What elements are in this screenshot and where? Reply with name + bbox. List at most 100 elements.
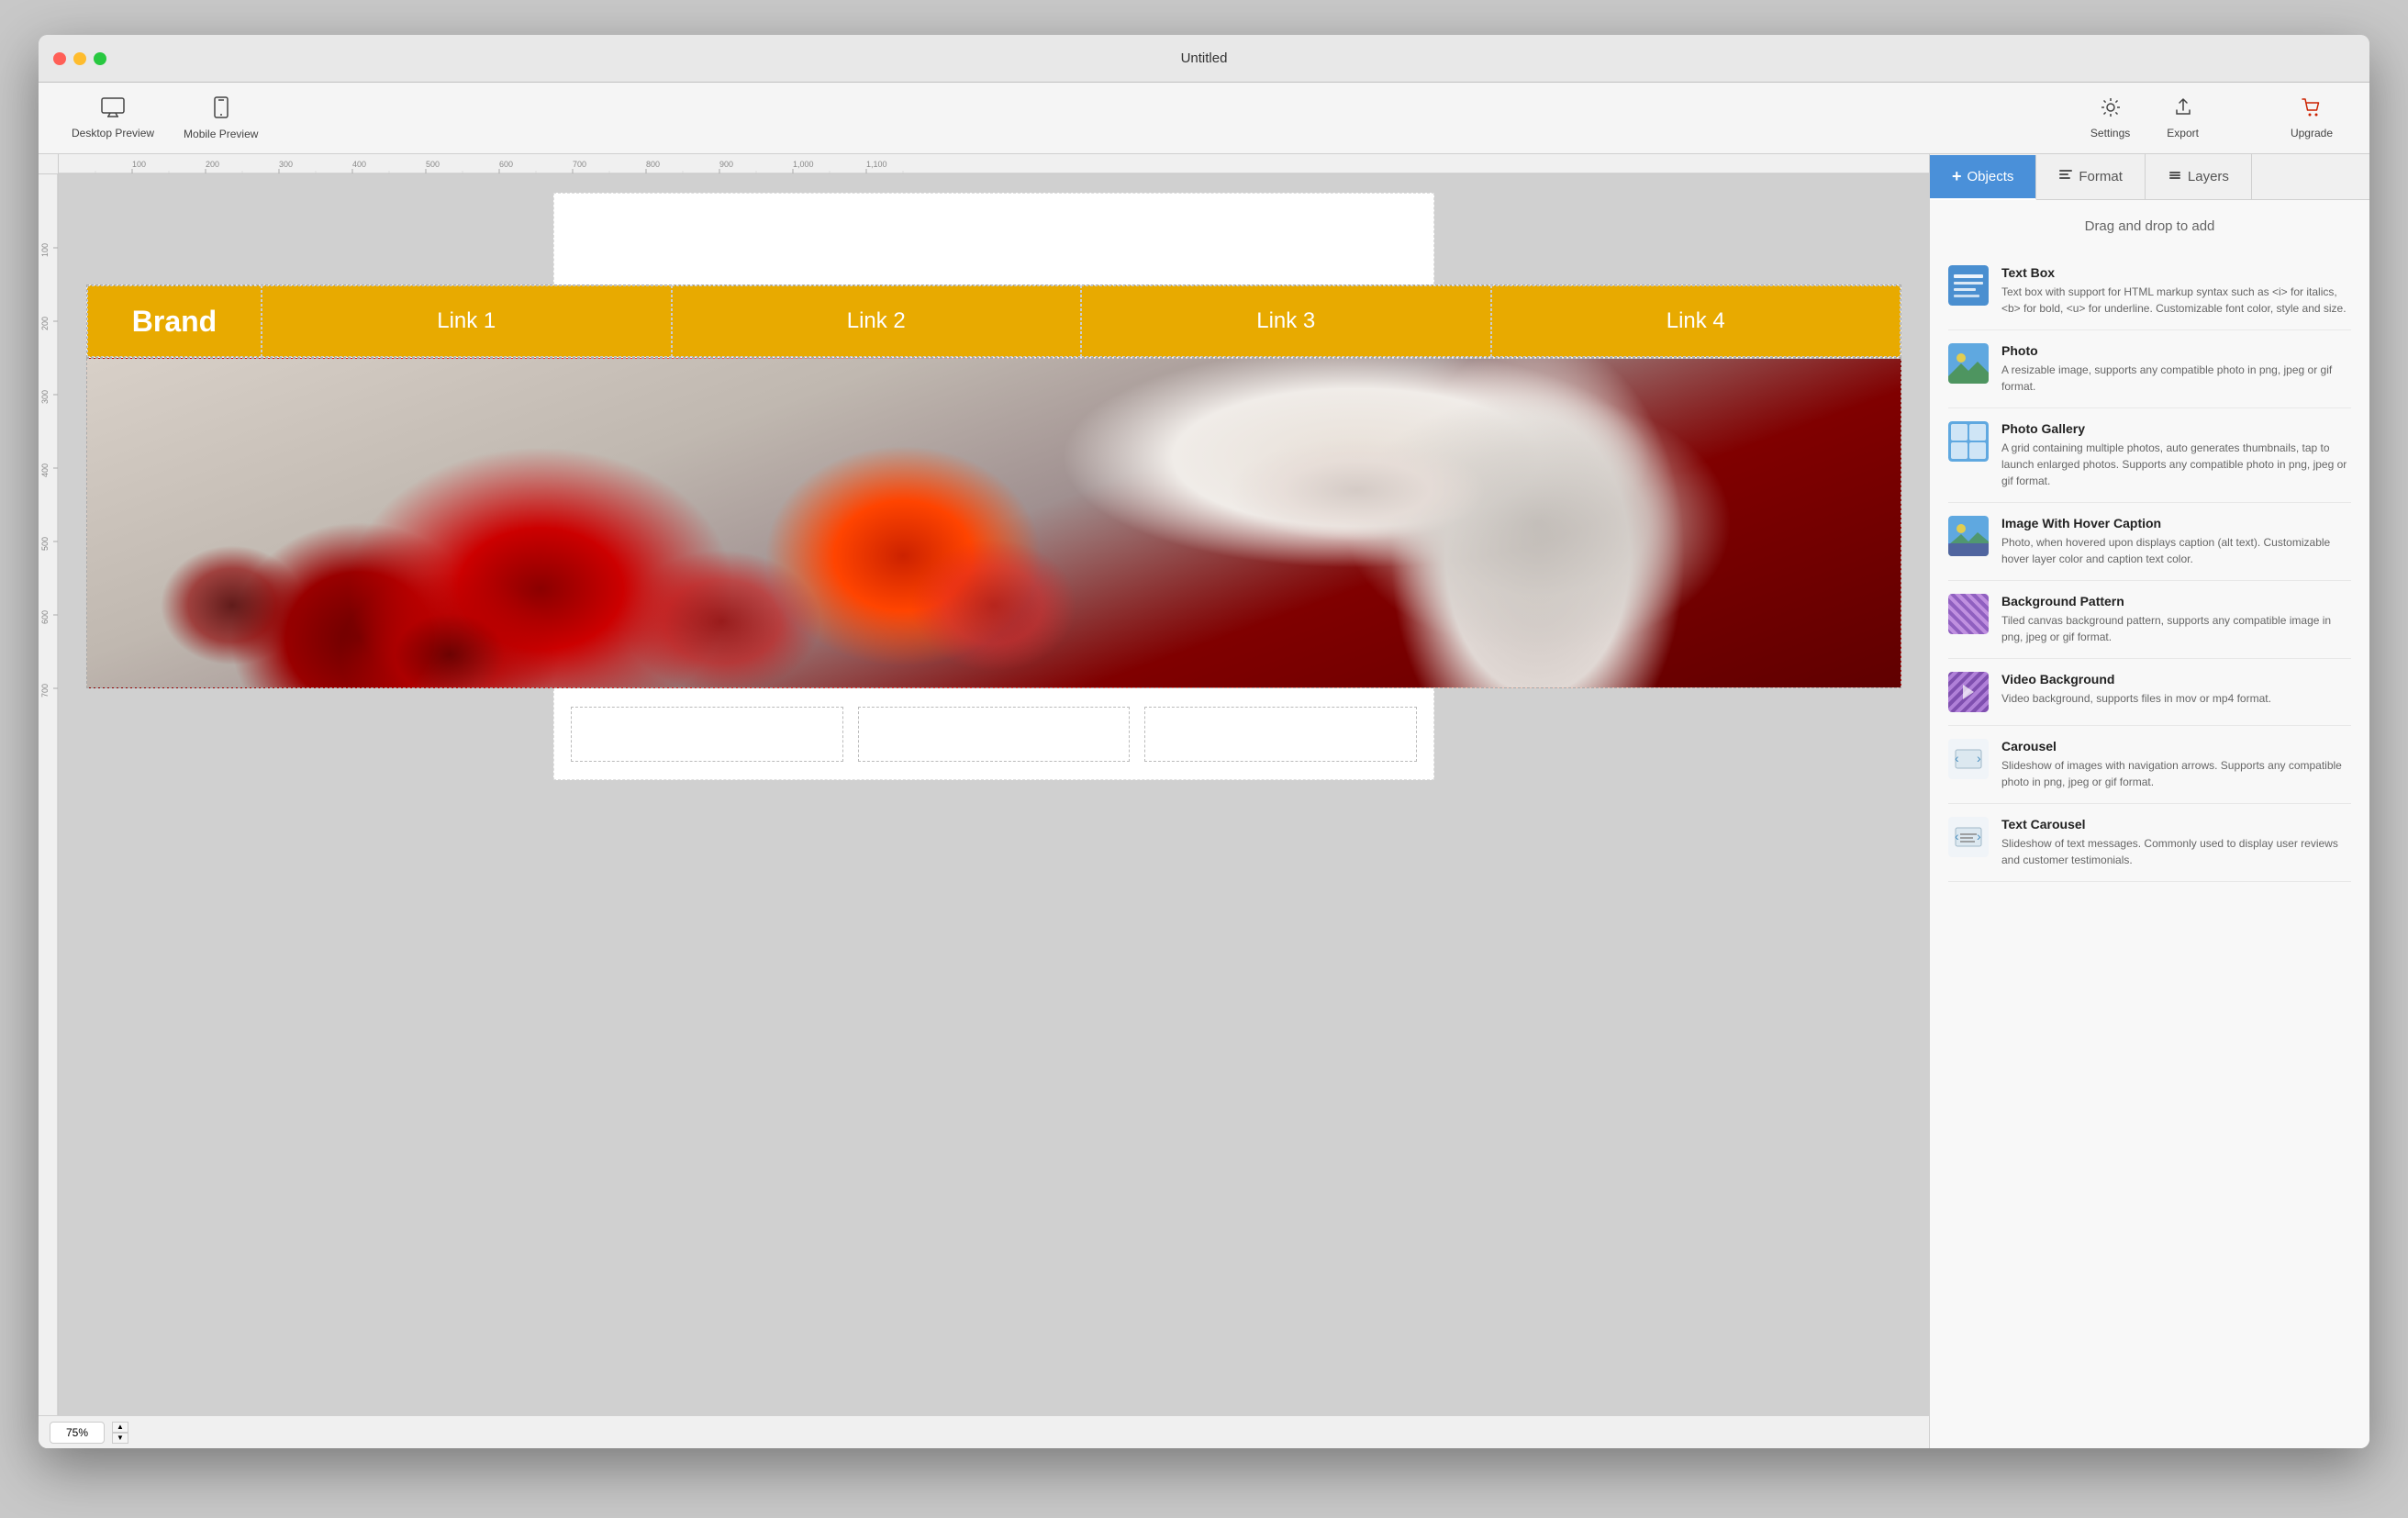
object-item-carousel[interactable]: ‹ › Carousel Slideshow of images with na… [1948, 726, 2351, 804]
carousel-title: Carousel [2001, 739, 2351, 753]
video-bg-icon [1948, 672, 1989, 712]
mobile-preview-button[interactable]: Mobile Preview [169, 89, 273, 148]
upgrade-button[interactable]: Upgrade [2272, 90, 2351, 147]
canvas-scroll[interactable]: Brand Link 1 Link 2 Link 3 Link 4 [59, 174, 1929, 1415]
gallery-desc: A grid containing multiple photos, auto … [2001, 440, 2351, 489]
tab-format[interactable]: Format [2036, 154, 2146, 199]
svg-text:900: 900 [719, 160, 733, 169]
textbox-title: Text Box [2001, 265, 2351, 280]
ruler-vertical: 100 200 300 400 500 600 700 [39, 174, 59, 1415]
svg-text:‹: ‹ [1955, 829, 1959, 843]
nav-link-1[interactable]: Link 1 [262, 285, 672, 357]
svg-text:300: 300 [279, 160, 293, 169]
gallery-icon [1948, 421, 1989, 462]
settings-label: Settings [2090, 127, 2130, 140]
svg-text:1,000: 1,000 [793, 160, 814, 169]
svg-text:500: 500 [426, 160, 440, 169]
close-button[interactable] [53, 52, 66, 65]
svg-text:300: 300 [40, 390, 50, 404]
svg-text:100: 100 [40, 243, 50, 257]
bottom-col-2 [858, 707, 1131, 762]
textbox-desc: Text box with support for HTML markup sy… [2001, 284, 2351, 317]
zoom-up[interactable]: ▲ [112, 1422, 128, 1433]
photo-title: Photo [2001, 343, 2351, 358]
mobile-preview-label: Mobile Preview [184, 128, 258, 140]
desktop-preview-button[interactable]: Desktop Preview [57, 90, 169, 147]
window-controls [39, 52, 106, 65]
tab-format-label: Format [2079, 169, 2123, 184]
hero-image[interactable] [86, 358, 1901, 688]
zoom-input[interactable] [50, 1422, 105, 1444]
maximize-button[interactable] [94, 52, 106, 65]
carousel-info: Carousel Slideshow of images with naviga… [2001, 739, 2351, 790]
svg-text:500: 500 [40, 537, 50, 551]
svg-text:›: › [1977, 829, 1981, 843]
nav-link-3[interactable]: Link 3 [1081, 285, 1491, 357]
svg-text:›: › [1977, 751, 1981, 765]
tab-objects-label: Objects [1968, 169, 2014, 184]
object-item-text-carousel[interactable]: ‹ › Text Carousel Slideshow of text mess… [1948, 804, 2351, 882]
main-area: 100 200 300 400 500 600 700 [39, 154, 2369, 1448]
bottom-col-1 [571, 707, 843, 762]
export-button[interactable]: Export [2148, 90, 2217, 147]
tab-objects[interactable]: + Objects [1930, 155, 2036, 200]
titlebar: Untitled [39, 35, 2369, 83]
right-panel: + Objects Format [1929, 154, 2369, 1448]
textbox-icon [1948, 265, 1989, 306]
svg-text:‹: ‹ [1955, 751, 1959, 765]
nav-link-2[interactable]: Link 2 [672, 285, 1082, 357]
textbox-info: Text Box Text box with support for HTML … [2001, 265, 2351, 317]
plus-icon: + [1952, 167, 1962, 186]
object-item-gallery[interactable]: Photo Gallery A grid containing multiple… [1948, 408, 2351, 503]
svg-text:1,100: 1,100 [866, 160, 887, 169]
nav-bar: Brand Link 1 Link 2 Link 3 Link 4 [86, 285, 1901, 358]
svg-text:700: 700 [573, 160, 586, 169]
object-item-photo[interactable]: Photo A resizable image, supports any co… [1948, 330, 2351, 408]
zoom-stepper[interactable]: ▲ ▼ [112, 1422, 128, 1444]
mobile-icon [214, 96, 229, 124]
nav-link-4[interactable]: Link 4 [1491, 285, 1901, 357]
zoom-down[interactable]: ▼ [112, 1433, 128, 1444]
tab-layers-label: Layers [2188, 169, 2229, 184]
video-bg-info: Video Background Video background, suppo… [2001, 672, 2351, 707]
upgrade-label: Upgrade [2291, 127, 2333, 140]
object-item-video-bg[interactable]: Video Background Video background, suppo… [1948, 659, 2351, 726]
gallery-info: Photo Gallery A grid containing multiple… [2001, 421, 2351, 489]
tab-layers[interactable]: Layers [2146, 154, 2252, 199]
window-title: Untitled [1181, 50, 1228, 66]
hover-caption-desc: Photo, when hovered upon displays captio… [2001, 534, 2351, 567]
object-item-bg-pattern[interactable]: Background Pattern Tiled canvas backgrou… [1948, 581, 2351, 659]
svg-text:400: 400 [352, 160, 366, 169]
panel-tabs: + Objects Format [1930, 154, 2369, 200]
gallery-title: Photo Gallery [2001, 421, 2351, 436]
text-carousel-icon: ‹ › [1948, 817, 1989, 857]
svg-text:800: 800 [646, 160, 660, 169]
export-label: Export [2167, 127, 2199, 140]
bg-pattern-info: Background Pattern Tiled canvas backgrou… [2001, 594, 2351, 645]
svg-text:600: 600 [40, 610, 50, 624]
text-carousel-title: Text Carousel [2001, 817, 2351, 832]
minimize-button[interactable] [73, 52, 86, 65]
hover-caption-icon [1948, 516, 1989, 556]
video-bg-desc: Video background, supports files in mov … [2001, 690, 2351, 707]
svg-text:400: 400 [40, 463, 50, 477]
cart-icon [2301, 97, 2323, 123]
photo-info: Photo A resizable image, supports any co… [2001, 343, 2351, 395]
toolbar: Desktop Preview Mobile Preview Settings [39, 83, 2369, 154]
carousel-desc: Slideshow of images with navigation arro… [2001, 757, 2351, 790]
object-item-hover-caption[interactable]: Image With Hover Caption Photo, when hov… [1948, 503, 2351, 581]
svg-text:200: 200 [40, 317, 50, 330]
bg-pattern-desc: Tiled canvas background pattern, support… [2001, 612, 2351, 645]
ruler-corner [39, 154, 59, 174]
svg-text:200: 200 [206, 160, 219, 169]
layers-icon [2168, 168, 2182, 186]
export-icon [2173, 97, 2193, 123]
text-carousel-info: Text Carousel Slideshow of text messages… [2001, 817, 2351, 868]
object-item-textbox[interactable]: Text Box Text box with support for HTML … [1948, 252, 2351, 330]
bottom-col-3 [1144, 707, 1417, 762]
svg-text:100: 100 [132, 160, 146, 169]
desktop-icon [101, 97, 125, 123]
settings-button[interactable]: Settings [2072, 90, 2148, 147]
nav-brand[interactable]: Brand [87, 285, 262, 357]
video-bg-title: Video Background [2001, 672, 2351, 686]
